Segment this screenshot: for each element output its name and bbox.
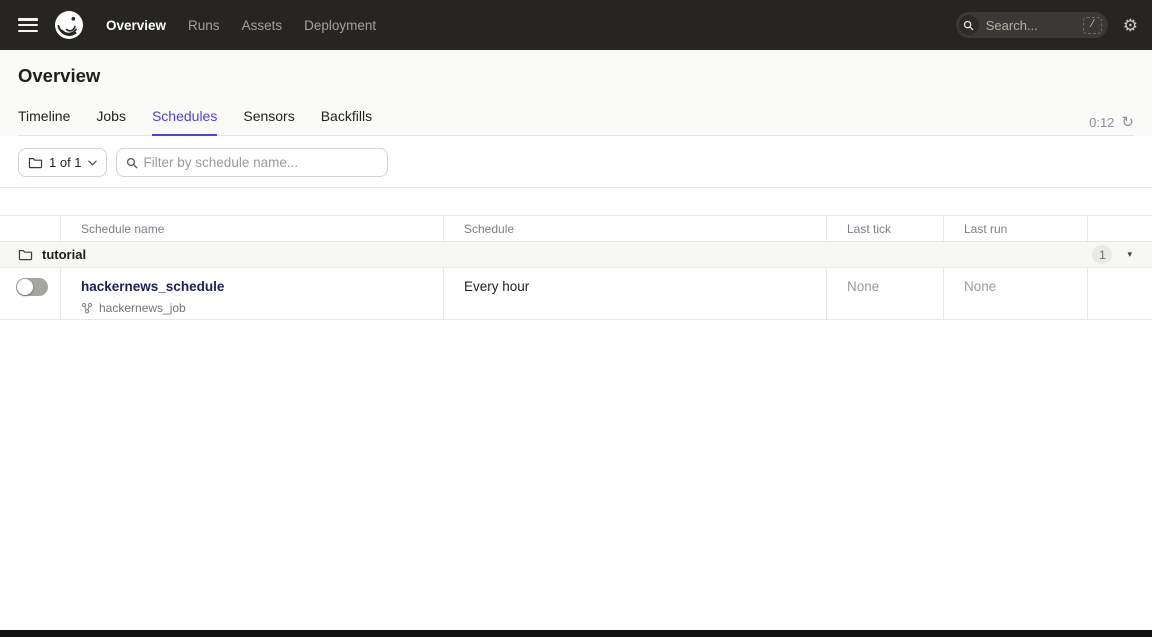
col-last-tick: Last tick	[826, 216, 943, 241]
collapse-caret-icon[interactable]: ▾	[1127, 250, 1132, 259]
tab-bar: Timeline Jobs Schedules Sensors Backfill…	[18, 108, 1134, 136]
filter-toolbar: 1 of 1	[0, 136, 1152, 188]
page-header: Overview Timeline Jobs Schedules Sensors…	[0, 50, 1152, 136]
folder-icon	[28, 156, 43, 169]
page-title: Overview	[18, 65, 1134, 87]
nav-item-deployment[interactable]: Deployment	[304, 18, 376, 33]
last-run-cell: None	[943, 268, 1087, 319]
repo-group-row[interactable]: tutorial 1 ▾	[0, 242, 1152, 268]
chevron-down-icon	[88, 160, 97, 166]
refresh-status: 0:12 ↻	[1089, 115, 1134, 135]
col-actions	[1087, 216, 1152, 241]
tab-jobs[interactable]: Jobs	[96, 108, 126, 135]
col-schedule-name: Schedule name	[60, 216, 443, 241]
nav-item-overview[interactable]: Overview	[106, 18, 166, 33]
search-shortcut-badge: /	[1083, 17, 1102, 34]
menu-icon[interactable]	[18, 18, 38, 32]
group-count-badge: 1	[1092, 245, 1112, 264]
job-name-link[interactable]: hackernews_job	[99, 301, 186, 315]
schedule-enabled-toggle[interactable]	[16, 278, 48, 296]
spacer	[0, 188, 1152, 215]
search-icon	[959, 15, 979, 35]
schedule-table-row: hackernews_schedule hackernews_job Every…	[0, 268, 1152, 320]
last-tick-value: None	[847, 279, 879, 294]
search-placeholder: Search...	[986, 18, 1083, 33]
schedule-name-cell: hackernews_schedule hackernews_job	[60, 268, 443, 319]
schedule-filter-field	[116, 148, 388, 177]
tab-sensors[interactable]: Sensors	[243, 108, 294, 135]
nav-item-assets[interactable]: Assets	[242, 18, 283, 33]
schedule-cron-text: Every hour	[464, 279, 529, 294]
last-tick-cell: None	[826, 268, 943, 319]
nav-links: Overview Runs Assets Deployment	[106, 18, 376, 33]
table-header: Schedule name Schedule Last tick Last ru…	[0, 215, 1152, 242]
repo-group-name: tutorial	[42, 247, 86, 262]
schedule-cron-cell: Every hour	[443, 268, 826, 319]
nav-item-runs[interactable]: Runs	[188, 18, 220, 33]
search-icon	[126, 157, 138, 169]
refresh-icon[interactable]: ↻	[1121, 115, 1134, 130]
tab-backfills[interactable]: Backfills	[321, 108, 372, 135]
schedule-name-link[interactable]: hackernews_schedule	[81, 279, 224, 294]
top-nav: Overview Runs Assets Deployment Search..…	[0, 0, 1152, 50]
dagster-logo-icon[interactable]	[54, 10, 84, 40]
job-icon	[81, 302, 93, 314]
tab-schedules[interactable]: Schedules	[152, 108, 217, 135]
last-run-value: None	[964, 279, 996, 294]
global-search-input[interactable]: Search... /	[956, 12, 1108, 38]
refresh-countdown: 0:12	[1089, 115, 1114, 130]
gear-icon[interactable]: ⚙	[1123, 17, 1138, 34]
folder-icon	[18, 248, 33, 261]
col-toggle	[0, 216, 60, 241]
col-schedule: Schedule	[443, 216, 826, 241]
repo-filter-button[interactable]: 1 of 1	[18, 148, 107, 177]
schedule-filter-input[interactable]	[144, 155, 378, 170]
tab-timeline[interactable]: Timeline	[18, 108, 70, 135]
row-actions-cell	[1087, 268, 1152, 319]
repo-filter-label: 1 of 1	[49, 155, 82, 170]
toggle-cell	[0, 268, 60, 319]
bottom-edge-bar	[0, 630, 1152, 637]
col-last-run: Last run	[943, 216, 1087, 241]
